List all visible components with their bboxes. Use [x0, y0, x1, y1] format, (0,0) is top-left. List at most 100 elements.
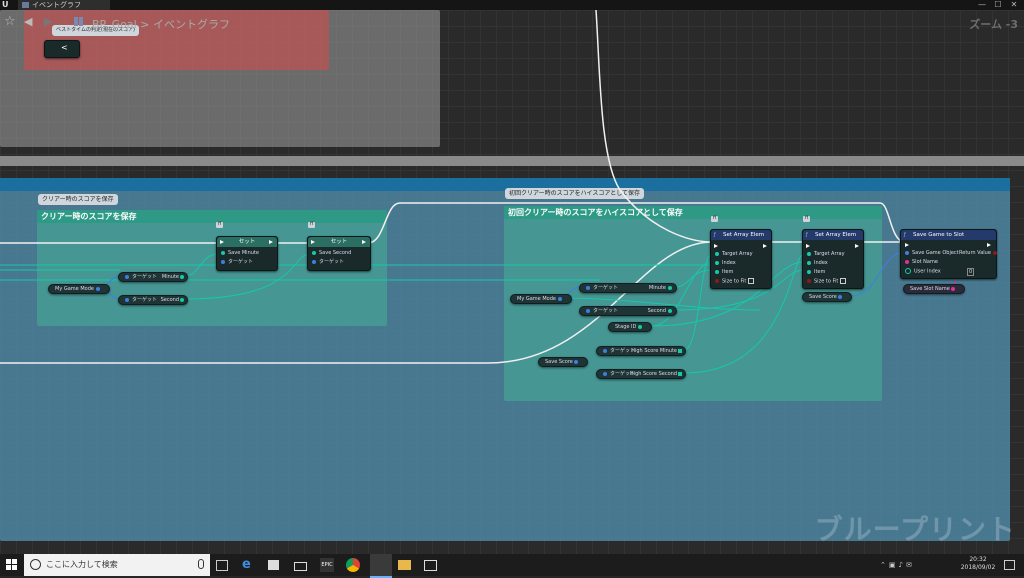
set-array-elem-node-2[interactable]: Set Array Elem ƒ Target Array Index Item…	[802, 229, 864, 289]
arr1-exec-in[interactable]	[714, 244, 718, 248]
maximize-button[interactable]: ☐	[990, 0, 1006, 10]
var-save-slot-name[interactable]: Save Slot Name	[903, 284, 966, 294]
unreal-logo-icon: U	[2, 0, 9, 9]
windows-start-icon[interactable]	[6, 559, 17, 570]
save-pin-user-index[interactable]: User Index 0	[905, 268, 975, 276]
set2-pin-target[interactable]: ターゲット	[312, 259, 344, 266]
save-game-to-slot-node[interactable]: Save Game to Slot ƒ Save Game Object Slo…	[900, 229, 997, 279]
arr1-exec-out[interactable]	[763, 244, 767, 248]
cortana-circle-icon	[30, 559, 41, 570]
minimize-button[interactable]: —	[974, 0, 990, 10]
var-high-score-second[interactable]: ターゲット High Score Second	[596, 369, 686, 379]
arr1-pin-item[interactable]: Item	[715, 269, 733, 276]
set-node-save-second[interactable]: セット Save Second ターゲット	[307, 236, 371, 271]
set1-pin-target[interactable]: ターゲット	[221, 259, 253, 266]
arr2-title: Set Array Elem	[803, 230, 863, 240]
arr1-pin-index[interactable]: Index	[715, 260, 736, 267]
blueprint-graph-canvas[interactable]: ベストタイムの判定(現在のスコア) < クリアー時のスコアを保存 クリアー時のス…	[0, 10, 1024, 554]
arr2-pin-index[interactable]: Index	[807, 260, 828, 267]
data-wire-hsm	[683, 253, 713, 351]
var-save-score-2[interactable]: Save Score	[802, 292, 853, 302]
exec-wire-vertical	[595, 10, 713, 243]
back-arrow-icon[interactable]: ◀	[24, 14, 32, 30]
photos-icon[interactable]	[424, 560, 437, 571]
favorite-star-icon[interactable]: ☆	[4, 14, 16, 30]
arr2-tag: ff	[803, 216, 811, 222]
arr2-size-checkbox[interactable]	[840, 278, 847, 284]
set2-tag: ff	[308, 222, 316, 228]
wires-layer	[0, 10, 956, 374]
set-node-save-minute[interactable]: セット Save Minute ターゲット	[216, 236, 278, 271]
system-tray-icons[interactable]: ⌃▣♪✉	[880, 560, 956, 570]
arr1-pin-size-to-fit[interactable]: Size to Fit	[715, 278, 755, 286]
tab-event-graph[interactable]: イベントグラフ	[18, 0, 110, 10]
graph-tab-icon	[22, 2, 29, 8]
set1-tag: ff	[216, 222, 224, 228]
var-my-game-mode-1[interactable]: My Game Mode	[48, 284, 110, 294]
var-stage-id[interactable]: Stage ID	[608, 322, 652, 332]
set-array-elem-node-1[interactable]: Set Array Elem ƒ Target Array Index Item…	[710, 229, 772, 289]
taskbar-search-box[interactable]: ここに入力して検索	[24, 554, 210, 576]
blueprint-grid-icon	[74, 17, 84, 26]
tab-label: イベントグラフ	[32, 1, 81, 9]
set2-exec-out[interactable]	[362, 240, 366, 244]
forward-arrow-icon[interactable]: ▶	[44, 14, 52, 30]
set2-exec-in[interactable]	[311, 240, 315, 244]
graph-toolbar: ☆ ◀ ▶ BP_Goal > イベントグラフ ズーム -3	[0, 10, 1024, 34]
arr2-pin-item[interactable]: Item	[807, 269, 825, 276]
search-placeholder: ここに入力して検索	[46, 560, 118, 569]
microphone-icon[interactable]	[198, 559, 204, 569]
close-button[interactable]: ✕	[1006, 0, 1022, 10]
arr1-title: Set Array Elem	[711, 230, 771, 240]
file-explorer-icon[interactable]	[398, 560, 411, 570]
chrome-icon[interactable]	[346, 558, 360, 572]
var-minute-1[interactable]: ターゲット Minute	[118, 272, 188, 282]
breadcrumb-separator: >	[140, 18, 150, 31]
user-index-field[interactable]: 0	[967, 268, 975, 276]
set1-title: セット	[217, 237, 277, 247]
var-second-1[interactable]: ターゲット Second	[118, 295, 188, 305]
arr1-size-checkbox[interactable]	[748, 278, 755, 284]
arr2-pin-size-to-fit[interactable]: Size to Fit	[807, 278, 847, 286]
windows-taskbar: ここに入力して検索 e EPIC ⌃▣♪✉ 20:32 2018/09/02	[0, 554, 1024, 578]
var-minute-2[interactable]: ターゲット Minute	[579, 283, 677, 293]
set1-exec-out[interactable]	[269, 240, 273, 244]
notification-icon[interactable]	[1004, 560, 1015, 570]
save-title: Save Game to Slot	[901, 230, 996, 240]
var-high-score-minute[interactable]: ターゲット High Score Minute	[596, 346, 686, 356]
function-icon: ƒ	[806, 232, 808, 238]
system-clock[interactable]: 20:32 2018/09/02	[960, 556, 996, 572]
save-pin-return-value[interactable]: Return Value	[959, 250, 997, 257]
var-second-2[interactable]: ターゲット Second	[579, 306, 677, 316]
title-bar: U イベントグラフ — ☐ ✕	[0, 0, 1024, 10]
function-icon: ƒ	[904, 232, 906, 238]
arr2-exec-in[interactable]	[806, 244, 810, 248]
breadcrumb-root[interactable]: BP_Goal	[92, 18, 137, 31]
clock-date: 2018/09/02	[960, 564, 996, 571]
mail-icon[interactable]	[294, 562, 307, 571]
function-icon: ƒ	[714, 232, 716, 238]
clock-time: 20:32	[969, 556, 987, 563]
save-pin-slot-name[interactable]: Slot Name	[905, 259, 938, 266]
arr2-exec-out[interactable]	[855, 244, 859, 248]
store-icon[interactable]	[268, 560, 279, 570]
set2-title: セット	[308, 237, 370, 247]
var-save-score-1[interactable]: Save Score	[538, 357, 589, 367]
breadcrumb-current: イベントグラフ	[152, 18, 230, 31]
task-view-icon[interactable]	[216, 560, 228, 571]
arr2-pin-target-array[interactable]: Target Array	[807, 251, 845, 258]
set1-pin-value[interactable]: Save Minute	[221, 250, 259, 257]
zoom-level: ズーム -3	[969, 18, 1018, 31]
arr1-pin-target-array[interactable]: Target Array	[715, 251, 753, 258]
unreal-engine-icon[interactable]	[370, 554, 392, 578]
save-exec-in[interactable]	[905, 243, 909, 247]
save-pin-save-game-object[interactable]: Save Game Object	[905, 250, 959, 257]
epic-launcher-icon[interactable]: EPIC	[320, 558, 334, 572]
set2-pin-value[interactable]: Save Second	[312, 250, 351, 257]
edge-browser-icon[interactable]: e	[242, 558, 256, 572]
set1-exec-in[interactable]	[220, 240, 224, 244]
var-my-game-mode-2[interactable]: My Game Mode	[510, 294, 572, 304]
save-exec-out[interactable]	[987, 243, 991, 247]
arr1-tag: ff	[711, 216, 719, 222]
blueprint-watermark: ブループリント	[814, 513, 1016, 546]
